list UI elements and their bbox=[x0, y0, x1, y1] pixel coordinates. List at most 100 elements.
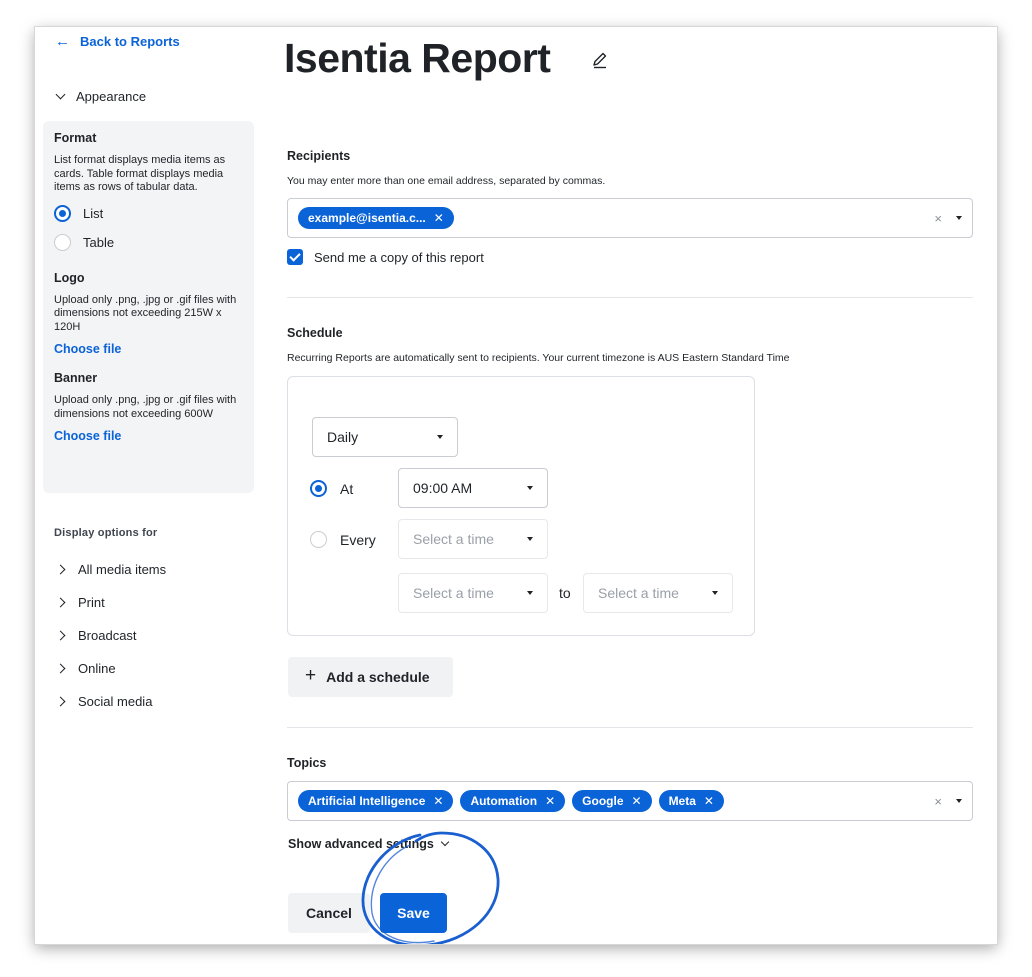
banner-choose-file-button[interactable]: Choose file bbox=[54, 429, 121, 443]
radio-unselected-icon bbox=[54, 234, 71, 251]
display-option-label: Broadcast bbox=[78, 628, 137, 643]
display-options-list: All media items Print Broadcast Online S… bbox=[55, 553, 167, 718]
appearance-label: Appearance bbox=[76, 89, 147, 104]
chevron-right-icon bbox=[55, 630, 66, 641]
send-copy-label: Send me a copy of this report bbox=[314, 249, 484, 265]
clear-icon[interactable]: × bbox=[934, 211, 942, 226]
format-option-list[interactable]: List bbox=[54, 200, 243, 228]
chevron-down-icon bbox=[55, 89, 66, 100]
topic-tag: Automation ✕ bbox=[460, 790, 566, 812]
display-option-online[interactable]: Online bbox=[55, 652, 166, 685]
logo-heading: Logo bbox=[54, 270, 85, 285]
chevron-down-icon bbox=[440, 837, 450, 847]
remove-tag-icon[interactable]: ✕ bbox=[545, 794, 555, 808]
frequency-dropdown[interactable]: Daily bbox=[312, 417, 458, 457]
topics-controls: × bbox=[934, 794, 962, 809]
add-schedule-button[interactable]: + Add a schedule bbox=[288, 657, 453, 697]
format-option-label: Table bbox=[83, 235, 115, 250]
topic-tag: Artificial Intelligence ✕ bbox=[298, 790, 454, 812]
every-interval-placeholder: Select a time bbox=[413, 531, 494, 547]
at-label: At bbox=[340, 480, 354, 497]
to-label: to bbox=[559, 585, 571, 601]
every-interval-dropdown[interactable]: Select a time bbox=[398, 519, 548, 559]
banner-description: Upload only .png, .jpg or .gif files wit… bbox=[54, 394, 237, 420]
topic-tag: Google ✕ bbox=[572, 790, 652, 812]
format-option-table[interactable]: Table bbox=[54, 229, 243, 257]
topic-tag-label: Google bbox=[582, 794, 624, 808]
back-to-reports-label: Back to Reports bbox=[80, 34, 180, 49]
caret-down-icon bbox=[712, 591, 718, 595]
banner-heading: Banner bbox=[54, 371, 98, 385]
topic-tag-label: Automation bbox=[470, 794, 538, 808]
radio-selected-icon bbox=[54, 205, 71, 222]
to-time-dropdown[interactable]: Select a time bbox=[583, 573, 733, 613]
display-option-label: Social media bbox=[78, 694, 153, 709]
display-option-label: Online bbox=[78, 661, 116, 676]
from-time-placeholder: Select a time bbox=[413, 585, 494, 601]
display-option-all-media[interactable]: All media items bbox=[55, 553, 167, 586]
display-option-broadcast[interactable]: Broadcast bbox=[55, 619, 166, 652]
logo-description: Upload only .png, .jpg or .gif files wit… bbox=[54, 293, 237, 333]
format-option-label: List bbox=[83, 206, 104, 221]
caret-down-icon[interactable] bbox=[956, 799, 962, 803]
recipients-controls: × bbox=[934, 211, 962, 226]
save-button[interactable]: Save bbox=[380, 893, 447, 933]
display-option-print[interactable]: Print bbox=[55, 586, 166, 619]
section-divider bbox=[287, 297, 973, 298]
caret-down-icon bbox=[437, 435, 443, 439]
format-heading: Format bbox=[54, 131, 97, 145]
show-advanced-settings-toggle[interactable]: Show advanced settings bbox=[288, 837, 450, 851]
display-option-social-media[interactable]: Social media bbox=[55, 685, 166, 718]
appearance-section-toggle[interactable]: Appearance bbox=[55, 89, 147, 104]
caret-down-icon[interactable] bbox=[956, 216, 962, 220]
remove-tag-icon[interactable]: ✕ bbox=[433, 794, 443, 808]
every-label: Every bbox=[340, 531, 376, 548]
schedule-mode-at[interactable]: At bbox=[310, 480, 353, 497]
chevron-right-icon bbox=[55, 597, 66, 608]
topic-tag-label: Artificial Intelligence bbox=[308, 794, 426, 808]
caret-down-icon bbox=[527, 537, 533, 541]
page-title: Isentia Report bbox=[284, 35, 551, 81]
schedule-description: Recurring Reports are automatically sent… bbox=[287, 352, 790, 364]
display-options-heading: Display options for bbox=[54, 527, 158, 539]
remove-tag-icon[interactable]: ✕ bbox=[434, 211, 444, 225]
arrow-left-icon: ← bbox=[55, 33, 70, 50]
at-time-value: 09:00 AM bbox=[413, 480, 473, 496]
from-time-dropdown[interactable]: Select a time bbox=[398, 573, 548, 613]
recipients-description: You may enter more than one email addres… bbox=[287, 175, 606, 187]
schedule-card: Daily At 09:00 AM Every Select a time Se… bbox=[287, 376, 755, 636]
checkbox-checked-icon bbox=[287, 249, 303, 265]
plus-icon: + bbox=[305, 665, 317, 686]
remove-tag-icon[interactable]: ✕ bbox=[632, 794, 642, 808]
frequency-value: Daily bbox=[327, 429, 359, 445]
display-option-label: Print bbox=[78, 595, 105, 610]
radio-selected-icon bbox=[310, 480, 327, 497]
caret-down-icon bbox=[527, 486, 533, 490]
section-divider bbox=[287, 727, 973, 728]
clear-icon[interactable]: × bbox=[934, 794, 942, 809]
pencil-edit-icon[interactable] bbox=[590, 50, 610, 70]
schedule-heading: Schedule bbox=[287, 326, 343, 340]
topics-input[interactable]: Artificial Intelligence ✕ Automation ✕ G… bbox=[287, 781, 973, 821]
send-copy-checkbox[interactable]: Send me a copy of this report bbox=[287, 249, 484, 265]
radio-unselected-icon bbox=[310, 531, 327, 548]
schedule-mode-every[interactable]: Every bbox=[310, 531, 376, 548]
to-time-placeholder: Select a time bbox=[598, 585, 679, 601]
recipient-tag-label: example@isentia.c... bbox=[308, 211, 426, 225]
chevron-right-icon bbox=[55, 663, 66, 674]
remove-tag-icon[interactable]: ✕ bbox=[704, 794, 714, 808]
back-to-reports-link[interactable]: ← Back to Reports bbox=[55, 33, 180, 50]
recipients-input[interactable]: example@isentia.c... ✕ × bbox=[287, 198, 973, 238]
logo-choose-file-button[interactable]: Choose file bbox=[54, 342, 121, 356]
cancel-button[interactable]: Cancel bbox=[288, 893, 370, 933]
display-option-label: All media items bbox=[78, 562, 167, 577]
advanced-settings-label: Show advanced settings bbox=[288, 837, 434, 851]
chevron-right-icon bbox=[55, 564, 66, 575]
recipient-tag: example@isentia.c... ✕ bbox=[298, 207, 454, 229]
report-editor-window: ← Back to Reports Appearance Format List… bbox=[35, 27, 997, 944]
recipients-heading: Recipients bbox=[287, 149, 351, 163]
appearance-panel: Format List format displays media items … bbox=[43, 121, 254, 493]
add-schedule-label: Add a schedule bbox=[326, 669, 430, 685]
at-time-dropdown[interactable]: 09:00 AM bbox=[398, 468, 548, 508]
topics-heading: Topics bbox=[287, 756, 327, 770]
